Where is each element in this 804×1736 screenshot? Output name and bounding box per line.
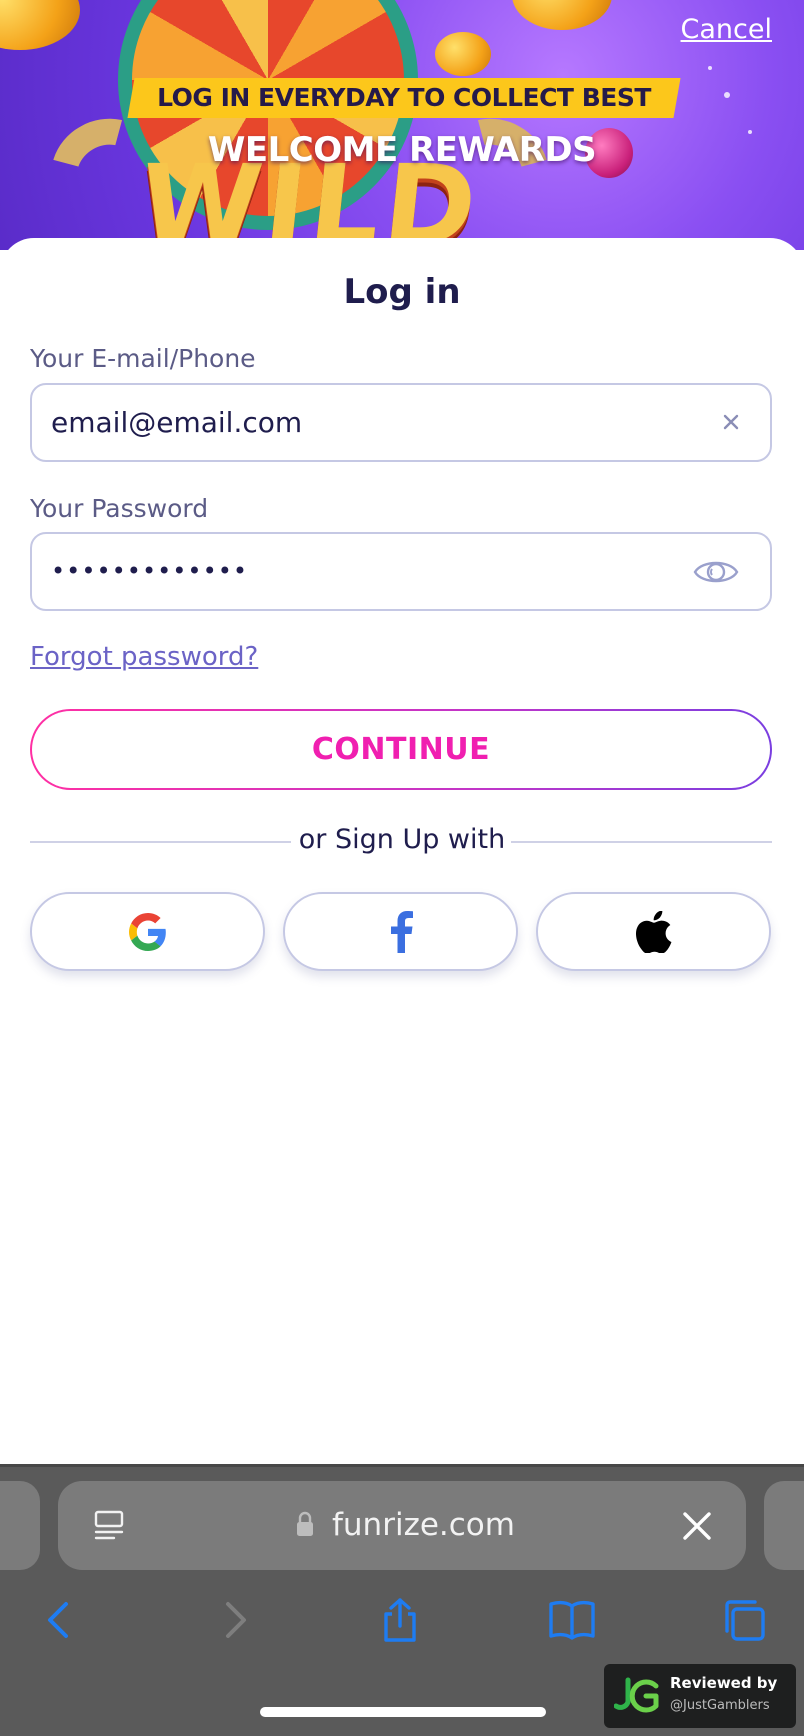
page-title: Log in xyxy=(343,272,461,312)
divider-line xyxy=(511,841,772,843)
previous-tab-peek[interactable] xyxy=(0,1481,40,1570)
next-tab-peek[interactable] xyxy=(764,1481,804,1570)
facebook-icon xyxy=(390,910,413,953)
facebook-signup-button[interactable] xyxy=(283,892,518,971)
sparkle-decoration xyxy=(708,66,712,70)
apple-icon xyxy=(635,910,671,953)
reader-mode-icon[interactable] xyxy=(92,1509,126,1543)
share-icon[interactable] xyxy=(378,1598,422,1642)
eye-icon[interactable] xyxy=(692,554,740,590)
apple-signup-button[interactable] xyxy=(536,892,771,971)
continue-button[interactable]: CONTINUE xyxy=(30,709,772,790)
password-label: Your Password xyxy=(30,494,209,523)
justgamblers-logo-icon xyxy=(614,1677,659,1713)
close-icon[interactable] xyxy=(680,1509,714,1543)
forward-icon[interactable] xyxy=(212,1598,256,1642)
promo-headline: LOG IN EVERYDAY TO COLLECT BEST xyxy=(157,83,651,112)
promo-subheadline: WELCOME REWARDS xyxy=(207,130,597,170)
coin-decoration xyxy=(435,32,491,76)
badge-title: Reviewed by xyxy=(670,1674,778,1692)
google-signup-button[interactable] xyxy=(30,892,265,971)
sparkle-decoration xyxy=(724,92,730,98)
reviewed-by-badge: Reviewed by @JustGamblers xyxy=(604,1664,796,1728)
forgot-password-link[interactable]: Forgot password? xyxy=(30,642,258,672)
continue-label[interactable]: CONTINUE xyxy=(32,711,770,788)
google-icon xyxy=(128,912,166,951)
bookmarks-icon[interactable] xyxy=(548,1598,596,1642)
back-icon[interactable] xyxy=(38,1598,82,1642)
clear-icon[interactable] xyxy=(718,409,744,435)
url-text[interactable]: funrize.com xyxy=(332,1481,515,1570)
tabs-icon[interactable] xyxy=(722,1598,766,1642)
coin-decoration xyxy=(0,0,80,50)
email-field[interactable]: email@email.com xyxy=(30,383,772,462)
signup-divider-text: or Sign Up with xyxy=(298,824,506,855)
promo-banner: WILD LOG IN EVERYDAY TO COLLECT BEST WEL… xyxy=(0,0,804,250)
cancel-link[interactable]: Cancel xyxy=(681,14,772,45)
password-value[interactable]: ••••••••••••• xyxy=(51,534,248,609)
email-value[interactable]: email@email.com xyxy=(51,385,302,460)
coin-decoration xyxy=(512,0,612,30)
address-bar[interactable]: funrize.com xyxy=(58,1481,746,1570)
lock-icon xyxy=(297,1511,313,1536)
home-indicator[interactable] xyxy=(260,1707,546,1717)
password-field[interactable]: ••••••••••••• xyxy=(30,532,772,611)
badge-handle: @JustGamblers xyxy=(670,1698,770,1713)
email-label: Your E-mail/Phone xyxy=(30,344,256,373)
